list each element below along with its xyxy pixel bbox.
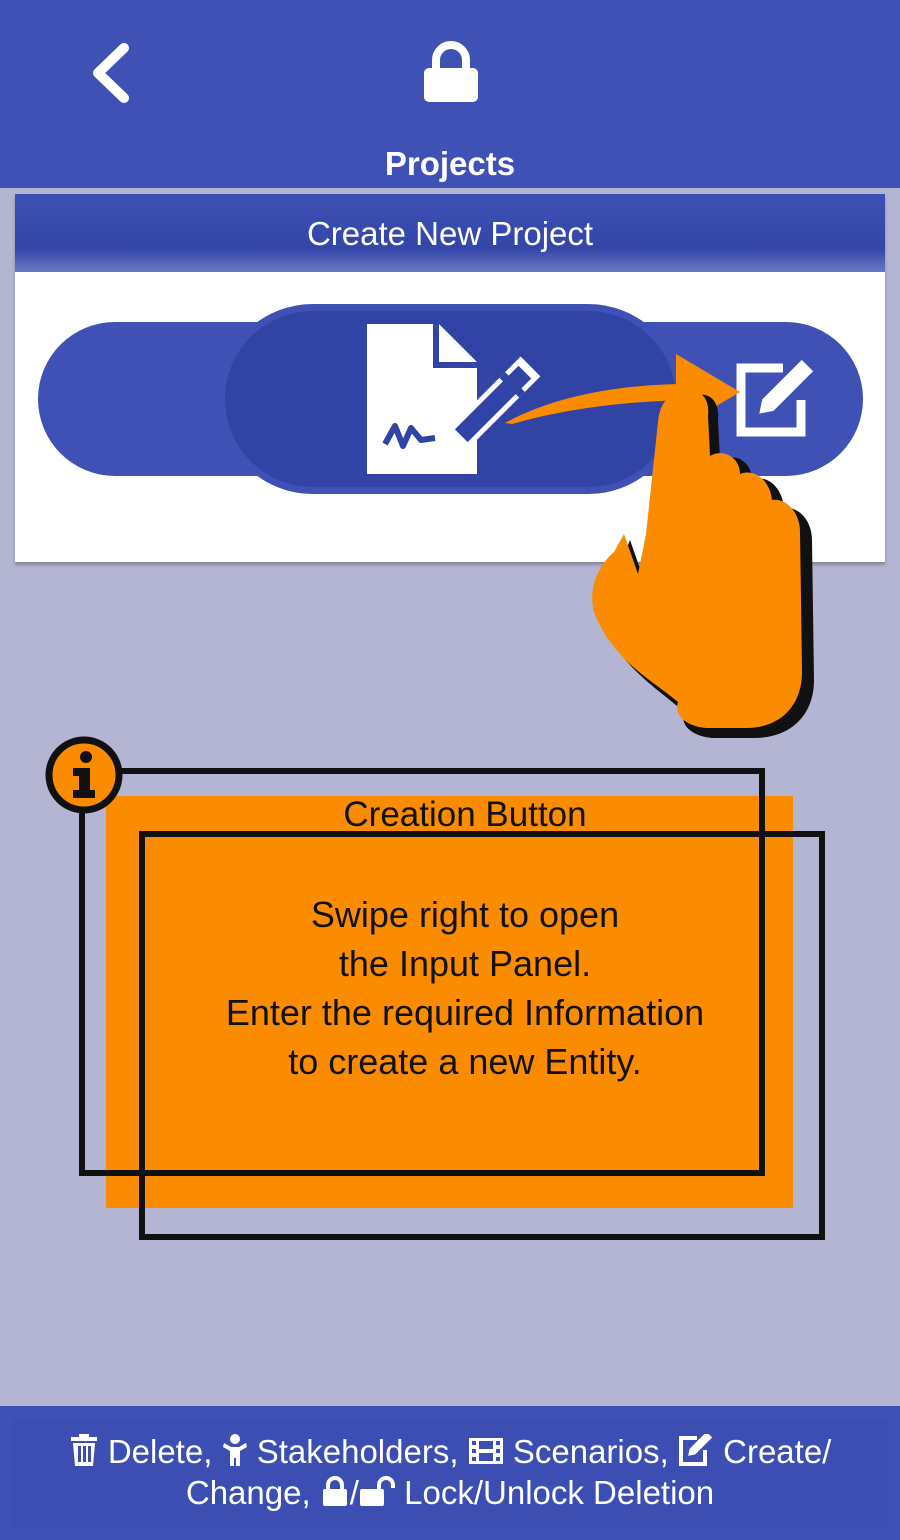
legend-slash: /: [349, 1474, 359, 1511]
tip-body: Swipe right to open the Input Panel. Ent…: [225, 894, 705, 1082]
legend-delete: Delete,: [107, 1433, 213, 1470]
legend-line-2: Change, / Lock/Unlock Deletion: [12, 1474, 888, 1512]
edit-icon: [678, 1434, 713, 1466]
legend-text: Delete, Stakeholders, Scenarios, Create/…: [12, 1418, 888, 1528]
legend-line-1: Delete, Stakeholders, Scenarios, Create/: [12, 1433, 888, 1471]
unlock-icon: [359, 1476, 395, 1506]
film-icon: [468, 1438, 503, 1464]
legend-scenarios: Scenarios,: [512, 1433, 669, 1470]
legend-stakeholders: Stakeholders,: [256, 1433, 459, 1470]
file-signature-icon: [367, 324, 541, 474]
chevron-left-icon[interactable]: [82, 38, 142, 108]
legend-lock-unlock: Lock/Unlock Deletion: [404, 1474, 715, 1511]
tip-title: Creation Button: [343, 795, 587, 834]
lock-icon[interactable]: [416, 38, 486, 108]
person-icon: [222, 1434, 247, 1466]
lock-icon: [322, 1476, 347, 1506]
create-project-card: Create New Project: [15, 194, 885, 562]
create-project-header: Create New Project: [15, 194, 885, 272]
legend-footer: Delete, Stakeholders, Scenarios, Create/…: [0, 1406, 900, 1540]
legend-create: Create/: [723, 1433, 832, 1470]
top-app-bar: Projects: [0, 0, 900, 188]
trash-icon: [70, 1434, 97, 1466]
page-title: Projects: [384, 145, 516, 182]
legend-change: Change,: [185, 1474, 311, 1511]
edit-icon[interactable]: [735, 360, 825, 438]
